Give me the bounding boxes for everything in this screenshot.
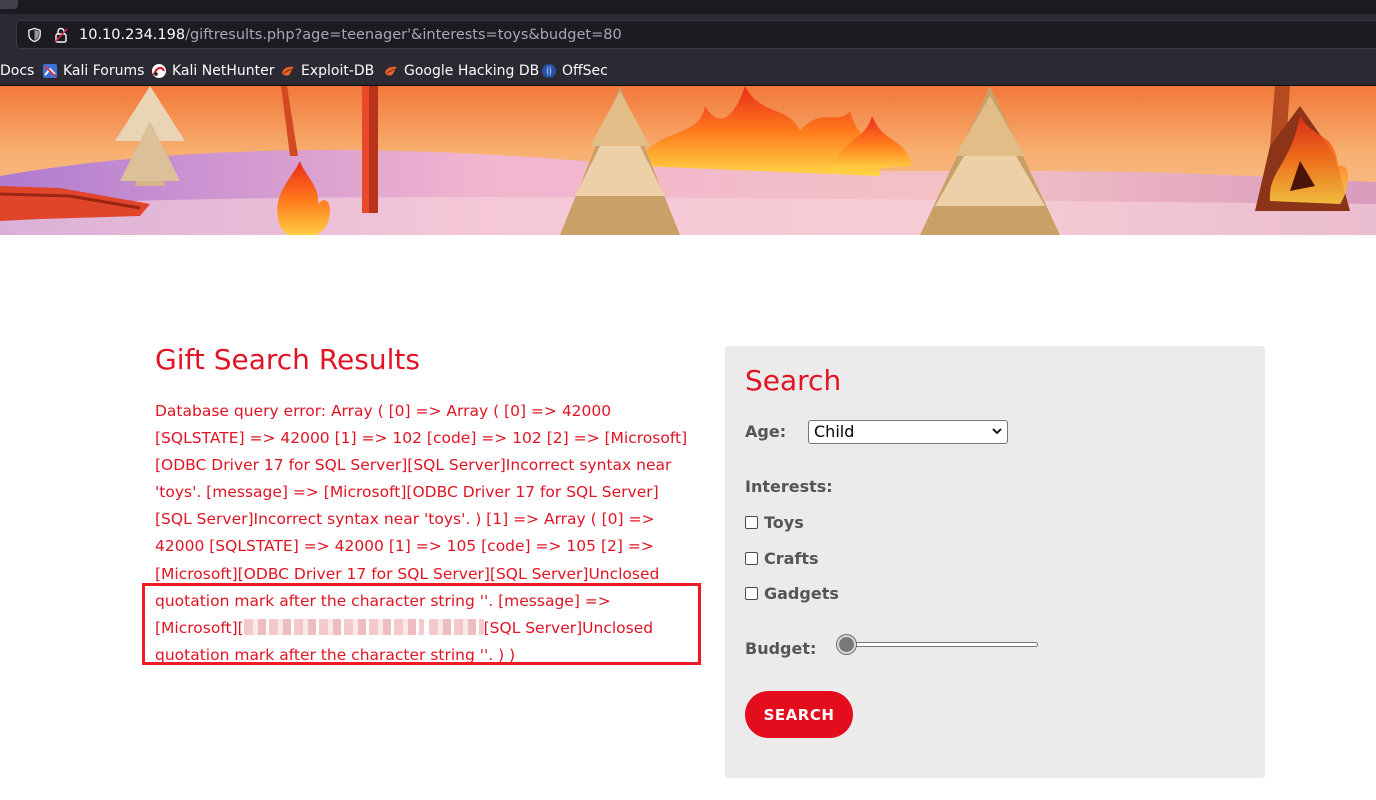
bookmark-docs[interactable]: Docs	[0, 62, 34, 80]
tracking-protection-shield-icon[interactable]	[27, 27, 42, 43]
exploit-db-icon	[282, 66, 294, 76]
search-title: Search	[745, 364, 842, 397]
url-text[interactable]: 10.10.234.198/giftresults.php?age=teenag…	[79, 26, 622, 44]
bookmark-label: OffSec	[562, 63, 608, 79]
crafts-checkbox[interactable]	[745, 551, 758, 565]
bookmark-google-hacking-db[interactable]: Google Hacking DB	[383, 62, 539, 80]
search-panel: Search Age: Child Interests: Toys Crafts…	[725, 346, 1265, 778]
bookmark-kali-forums[interactable]: Kali Forums	[42, 62, 144, 80]
interest-crafts[interactable]: Crafts	[745, 548, 819, 568]
bookmark-label: Kali Forums	[63, 63, 145, 79]
results-title: Gift Search Results	[155, 343, 420, 376]
offsec-icon	[542, 64, 556, 78]
bookmark-offsec[interactable]: OffSec	[541, 62, 608, 80]
budget-slider-thumb[interactable]	[837, 635, 856, 654]
search-button[interactable]: SEARCH	[745, 691, 853, 738]
gadgets-label: Gadgets	[764, 583, 839, 603]
bookmark-label: Exploit-DB	[301, 63, 375, 79]
age-label: Age:	[745, 422, 787, 441]
google-hacking-db-icon	[385, 66, 397, 76]
chevron-down-icon	[992, 428, 1002, 435]
insecure-lock-icon[interactable]	[54, 27, 68, 43]
age-select[interactable]: Child	[808, 420, 1008, 444]
kali-forums-icon	[43, 64, 57, 78]
url-bar[interactable]: 10.10.234.198/giftresults.php?age=teenag…	[16, 20, 1376, 49]
browser-tab[interactable]	[0, 0, 18, 9]
toys-checkbox[interactable]	[745, 515, 758, 529]
navigation-bar: 10.10.234.198/giftresults.php?age=teenag…	[0, 14, 1376, 56]
bookmark-label: Docs	[0, 63, 35, 79]
url-host: 10.10.234.198	[79, 27, 186, 43]
bookmarks-toolbar: Docs Kali Forums Kali NetHunter Exploit-…	[0, 56, 1376, 86]
kali-nethunter-icon	[152, 64, 166, 78]
interest-gadgets[interactable]: Gadgets	[745, 583, 839, 603]
highlight-annotation-box	[142, 583, 701, 665]
budget-slider-track[interactable]	[840, 642, 1038, 647]
crafts-label: Crafts	[764, 548, 819, 568]
bookmark-exploit-db[interactable]: Exploit-DB	[280, 62, 374, 80]
bookmark-kali-nethunter[interactable]: Kali NetHunter	[151, 62, 274, 80]
gadgets-checkbox[interactable]	[745, 586, 758, 600]
budget-label: Budget:	[745, 639, 817, 658]
burning-forest-banner	[0, 86, 1376, 235]
bookmark-label: Google Hacking DB	[404, 63, 540, 79]
toys-label: Toys	[764, 512, 804, 532]
bookmark-label: Kali NetHunter	[172, 63, 275, 79]
tab-strip	[0, 0, 1376, 14]
age-selected-value: Child	[814, 422, 855, 441]
interest-toys[interactable]: Toys	[745, 512, 804, 532]
interests-label: Interests:	[745, 477, 833, 496]
url-path: /giftresults.php?age=teenager'&interests…	[185, 27, 622, 43]
